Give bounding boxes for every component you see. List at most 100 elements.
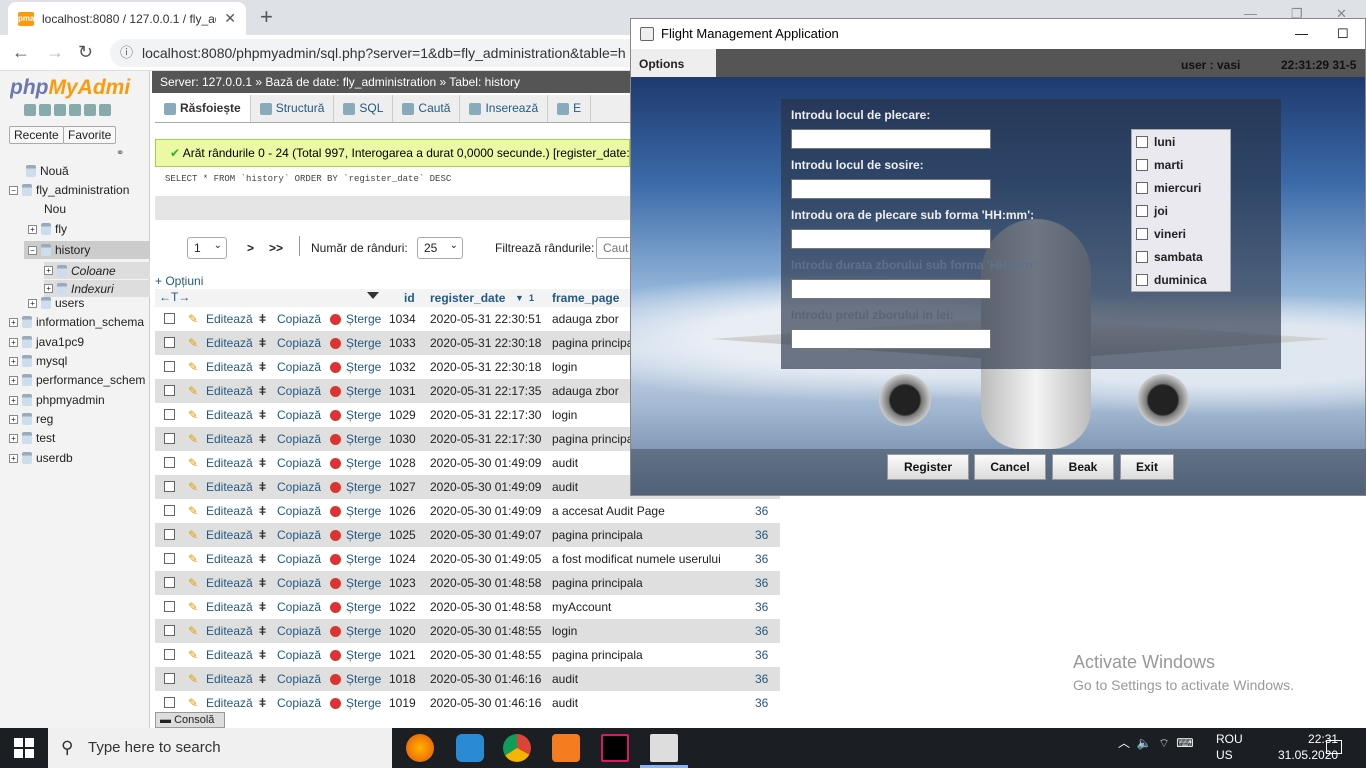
tree-node-information-schema[interactable]: + information_schema	[9, 315, 144, 329]
delete-link[interactable]: Șterge	[346, 312, 381, 326]
column-frame-page[interactable]: frame_page	[552, 291, 619, 305]
windows-start-icon[interactable]	[14, 738, 34, 758]
expand-icon[interactable]: +	[9, 356, 18, 366]
tree-node-indexes[interactable]: + Indexuri	[44, 280, 150, 297]
edit-link[interactable]: Editează	[206, 312, 253, 326]
expand-icon[interactable]: +	[9, 395, 18, 405]
new-tab-button[interactable]: +	[260, 4, 273, 30]
edit-link[interactable]: Editează	[206, 552, 253, 566]
delete-link[interactable]: Șterge	[346, 456, 381, 470]
row-checkbox[interactable]	[164, 313, 175, 324]
reload-icon[interactable]: ↻	[78, 42, 93, 63]
row-checkbox[interactable]	[164, 553, 175, 564]
delete-link[interactable]: Șterge	[346, 696, 381, 710]
delete-link[interactable]: Șterge	[346, 336, 381, 350]
copy-link[interactable]: Copiază	[277, 312, 321, 326]
checkbox[interactable]	[1136, 159, 1148, 171]
pma-logo[interactable]: phpMyAdmi	[10, 76, 150, 100]
expand-icon[interactable]: +	[9, 433, 18, 443]
reload-nav-icon[interactable]	[99, 104, 111, 116]
taskbar-search-input[interactable]: ⚲ Type here to search	[48, 728, 392, 768]
edit-link[interactable]: Editează	[206, 336, 253, 350]
delete-link[interactable]: Șterge	[346, 600, 381, 614]
copy-link[interactable]: Copiază	[277, 600, 321, 614]
network-icon[interactable]: ⌔	[1158, 736, 1169, 750]
table-row[interactable]: ✎ Editează ǂ Copiază Șterge 1026 2020-05-30 01…	[155, 499, 780, 523]
copy-link[interactable]: Copiază	[277, 384, 321, 398]
delete-link[interactable]: Șterge	[346, 504, 381, 518]
departure-time-input[interactable]	[791, 229, 991, 249]
rows-select[interactable]: 25 ⌄	[417, 237, 463, 259]
tree-node-new[interactable]: Nouă	[26, 164, 69, 178]
settings-icon[interactable]	[84, 104, 96, 116]
intellij-icon[interactable]	[601, 734, 629, 762]
copy-link[interactable]: Copiază	[277, 648, 321, 662]
edit-link[interactable]: Editează	[206, 456, 253, 470]
tab-insert[interactable]: Inserează	[460, 95, 549, 122]
minimize-icon[interactable]: —	[1295, 19, 1308, 49]
home-icon[interactable]	[24, 104, 36, 116]
copy-link[interactable]: Copiază	[277, 576, 321, 590]
expand-icon[interactable]: +	[9, 337, 18, 347]
link-icon[interactable]: ⚭	[116, 148, 124, 159]
notifications-icon[interactable]	[1326, 740, 1342, 754]
browser-minimize-icon[interactable]: —	[1244, 6, 1257, 21]
edit-link[interactable]: Editează	[206, 576, 253, 590]
copy-link[interactable]: Copiază	[277, 456, 321, 470]
tab-sql[interactable]: SQL	[334, 95, 394, 122]
tree-node-reg[interactable]: + reg	[9, 412, 53, 426]
table-row[interactable]: ✎ Editează ǂ Copiază Șterge 1025 2020-05-30 01…	[155, 523, 780, 547]
page-select[interactable]: 1 ⌄	[187, 237, 227, 259]
keyboard-icon[interactable]: ⌨	[1176, 736, 1193, 750]
forward-icon[interactable]: →	[46, 42, 64, 63]
copy-link[interactable]: Copiază	[277, 552, 321, 566]
table-row[interactable]: ✎ Editează ǂ Copiază Șterge 1018 2020-05-30 01…	[155, 667, 780, 691]
checkbox[interactable]	[1136, 228, 1148, 240]
collapse-icon[interactable]: −	[28, 245, 37, 255]
row-checkbox[interactable]	[164, 385, 175, 396]
expand-icon[interactable]: +	[28, 298, 37, 308]
tab-export[interactable]: E	[548, 95, 592, 122]
row-checkbox[interactable]	[164, 673, 175, 684]
delete-link[interactable]: Șterge	[346, 432, 381, 446]
delete-link[interactable]: Șterge	[346, 576, 381, 590]
expand-icon[interactable]: +	[9, 375, 18, 385]
row-checkbox[interactable]	[164, 481, 175, 492]
arrival-input[interactable]	[791, 179, 991, 199]
tree-node-columns[interactable]: + Coloane	[44, 262, 150, 279]
row-checkbox[interactable]	[164, 433, 175, 444]
delete-link[interactable]: Șterge	[346, 384, 381, 398]
tree-node-mysql[interactable]: + mysql	[9, 354, 67, 368]
table-row[interactable]: ✎ Editează ǂ Copiază Șterge 1023 2020-05-30 01…	[155, 571, 780, 595]
edit-link[interactable]: Editează	[206, 408, 253, 422]
java-app-taskbar-icon[interactable]	[650, 734, 678, 762]
sql-query-text[interactable]: SELECT * FROM `history` ORDER BY `regist…	[165, 174, 451, 184]
language-indicator[interactable]: ROU US	[1216, 731, 1243, 763]
edit-link[interactable]: Editează	[206, 384, 253, 398]
browser-tab[interactable]: pma localhost:8080 / 127.0.0.1 / fly_ad …	[8, 2, 246, 35]
collapse-icon[interactable]: −	[9, 185, 18, 195]
day-checkbox-sambata[interactable]: sambata	[1136, 250, 1203, 264]
delete-link[interactable]: Șterge	[346, 360, 381, 374]
menu-options[interactable]: Options	[631, 49, 716, 77]
duration-input[interactable]	[791, 279, 991, 299]
register-button[interactable]: Register	[887, 454, 969, 480]
expand-icon[interactable]: +	[44, 284, 53, 293]
checkbox[interactable]	[1136, 182, 1148, 194]
edit-link[interactable]: Editează	[206, 480, 253, 494]
edit-link[interactable]: Editează	[206, 648, 253, 662]
edit-link[interactable]: Editează	[206, 672, 253, 686]
row-checkbox[interactable]	[164, 409, 175, 420]
favorites-button[interactable]: Favorite	[63, 126, 117, 144]
expand-icon[interactable]: +	[9, 414, 18, 424]
tab-structure[interactable]: Structură	[251, 95, 335, 122]
row-checkbox[interactable]	[164, 697, 175, 708]
options-link[interactable]: + Opțiuni	[155, 274, 203, 288]
edit-link[interactable]: Editează	[206, 624, 253, 638]
day-checkbox-miercuri[interactable]: miercuri	[1136, 181, 1201, 195]
copy-link[interactable]: Copiază	[277, 432, 321, 446]
copy-link[interactable]: Copiază	[277, 528, 321, 542]
table-row[interactable]: ✎ Editează ǂ Copiază Șterge 1019 2020-05-30 01…	[155, 691, 780, 712]
row-checkbox[interactable]	[164, 577, 175, 588]
console-toggle[interactable]: ▬ Consolă	[155, 712, 225, 728]
